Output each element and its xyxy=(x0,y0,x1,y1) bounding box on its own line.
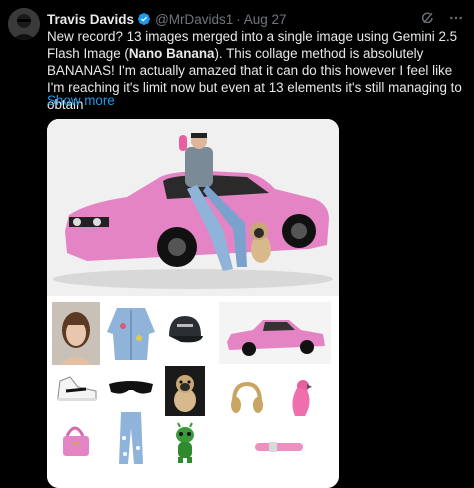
thumb-pug[interactable] xyxy=(165,366,205,416)
tweet-date[interactable]: Aug 27 xyxy=(244,12,287,27)
thumb-pink-parrot[interactable] xyxy=(283,376,319,422)
grok-icon[interactable] xyxy=(420,10,436,29)
more-options-icon[interactable] xyxy=(448,10,464,29)
thumb-white-sneaker[interactable] xyxy=(52,371,100,405)
thumb-alien-toy[interactable] xyxy=(167,422,203,466)
thumb-woman-portrait[interactable] xyxy=(52,302,100,365)
thumb-black-cap[interactable] xyxy=(163,302,207,360)
tweet-media[interactable] xyxy=(47,119,339,488)
author-handle[interactable]: @MrDavids1 xyxy=(155,12,233,27)
verified-badge-icon xyxy=(137,12,151,26)
thumb-pink-handbag[interactable] xyxy=(55,416,95,462)
author-name[interactable]: Travis Davids xyxy=(47,12,134,27)
thumb-pink-car[interactable] xyxy=(219,302,331,364)
thumb-denim-jacket[interactable] xyxy=(105,302,157,365)
thumbnail-grid xyxy=(47,296,339,488)
author-avatar[interactable] xyxy=(8,8,40,40)
thumb-headphones[interactable] xyxy=(227,378,267,418)
tweet-text-bold: Nano Banana xyxy=(128,46,215,61)
show-more-link[interactable]: Show more xyxy=(47,93,115,108)
header-actions xyxy=(420,10,464,29)
thumb-floral-jeans[interactable] xyxy=(113,408,149,466)
thumb-pink-collar[interactable] xyxy=(251,432,307,462)
tweet-header: Travis Davids @MrDavids1 · Aug 27 xyxy=(47,10,464,28)
separator-dot: · xyxy=(236,11,241,27)
thumb-sunglasses[interactable] xyxy=(105,374,157,400)
hero-image[interactable] xyxy=(47,119,339,296)
